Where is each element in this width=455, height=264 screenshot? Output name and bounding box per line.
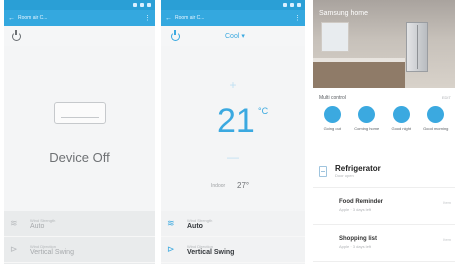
power-row: Cool ▾ [161,26,305,46]
wind-icon: ≋ [10,218,18,228]
edit-button[interactable]: EDIT [442,95,451,100]
temperature-decrease-button[interactable]: — [161,150,305,164]
card-title: Shopping list [339,236,377,242]
settings-rows: ≋ Wind Strength Auto ⊳ Wind Direction Ve… [4,211,155,264]
refrigerator-icon [319,165,327,177]
wind-direction-value: Vertical Swing [187,248,235,256]
shopping-list-card[interactable]: Shopping list Apple · 3 days left Item [313,226,455,262]
multi-control-label: Multi control [319,95,346,101]
wind-strength-value: Auto [30,222,45,230]
power-icon[interactable] [12,29,21,41]
device-name: Refrigerator [335,164,381,173]
temperature-increase-button[interactable]: + [161,78,305,92]
target-temperature: 21 [217,102,255,140]
device-status-text: Device Off [49,150,110,165]
wifi-icon [290,3,294,7]
phone-screen-device-on: ← Room air C... ⋮ Cool ▾ + 21 °C — Indoo… [161,0,305,264]
wind-strength-value: Auto [187,222,203,230]
card-side-label: Item [443,237,451,242]
good-night-icon [392,106,410,123]
mode-label: Good night [391,126,412,131]
mode-coming-home[interactable]: Coming home [352,106,382,131]
mode-good-morning[interactable]: Good morning [421,106,451,131]
app-bar: ← Room air C... ⋮ [4,10,155,26]
phone-screen-home: Samsung home Multi control EDIT Going ou… [313,0,455,264]
swing-icon: ⊳ [167,244,175,254]
device-status: Door open [335,173,354,178]
indoor-label: Indoor [211,183,226,189]
signal-icon [133,3,137,7]
more-options-icon[interactable]: ⋮ [144,14,151,22]
kitchen-cabinet [313,62,405,88]
mode-good-night[interactable]: Good night [386,106,416,131]
coming-home-icon [358,106,376,123]
status-bar [4,0,155,10]
food-reminder-card[interactable]: Food Reminder Apple · 3 days left Item [313,189,455,225]
app-bar-title: Room air C... [18,15,48,21]
wind-icon: ≋ [167,218,175,228]
kitchen-hero-image: Samsung home [313,0,455,88]
mode-label: Coming home [354,126,380,131]
wind-direction-row[interactable]: ⊳ Wind Direction Vertical Swing [4,237,155,263]
temperature-unit: °C [258,106,269,116]
indoor-temperature: 27° [237,181,250,190]
back-arrow-icon[interactable]: ← [8,15,15,22]
card-subtitle: Apple · 3 days left [339,244,372,249]
card-side-label: Item [443,200,451,205]
home-title: Samsung home [319,10,369,17]
phone-screen-device-off: ← Room air C... ⋮ Device Off ≋ Wind Stre… [4,0,155,264]
good-morning-icon [427,106,445,123]
going-out-icon [323,106,341,123]
more-options-icon[interactable]: ⋮ [294,14,301,22]
mode-label: Good morning [423,126,449,131]
kitchen-window [321,22,349,52]
mode-going-out[interactable]: Going out [317,106,347,131]
card-title: Food Reminder [339,199,384,205]
back-arrow-icon[interactable]: ← [165,15,172,22]
battery-icon [147,3,151,7]
air-conditioner-illustration [54,102,106,124]
swing-icon: ⊳ [10,244,18,254]
battery-icon [297,3,301,7]
wind-direction-value: Vertical Swing [30,248,74,256]
device-refrigerator[interactable]: Refrigerator Door open [313,155,455,188]
wind-strength-row[interactable]: ≋ Wind Strength Auto [4,211,155,237]
power-icon[interactable] [171,29,180,41]
app-bar-title: Room air C... [175,15,205,21]
card-subtitle: Apple · 3 days left [339,207,372,212]
wind-direction-row[interactable]: ⊳ Wind Direction Vertical Swing [161,237,305,263]
power-row [4,26,155,46]
settings-rows: ≋ Wind Strength Auto ⊳ Wind Direction Ve… [161,211,305,264]
scene-modes: Going out Coming home Good night Good mo… [313,106,455,131]
signal-icon [283,3,287,7]
app-bar: ← Room air C... ⋮ [161,10,305,26]
wind-strength-row[interactable]: ≋ Wind Strength Auto [161,211,305,237]
refrigerator-image [406,22,428,72]
status-bar [161,0,305,10]
mode-label: Going out [323,126,341,131]
mode-dropdown[interactable]: Cool ▾ [225,32,245,40]
wifi-icon [140,3,144,7]
